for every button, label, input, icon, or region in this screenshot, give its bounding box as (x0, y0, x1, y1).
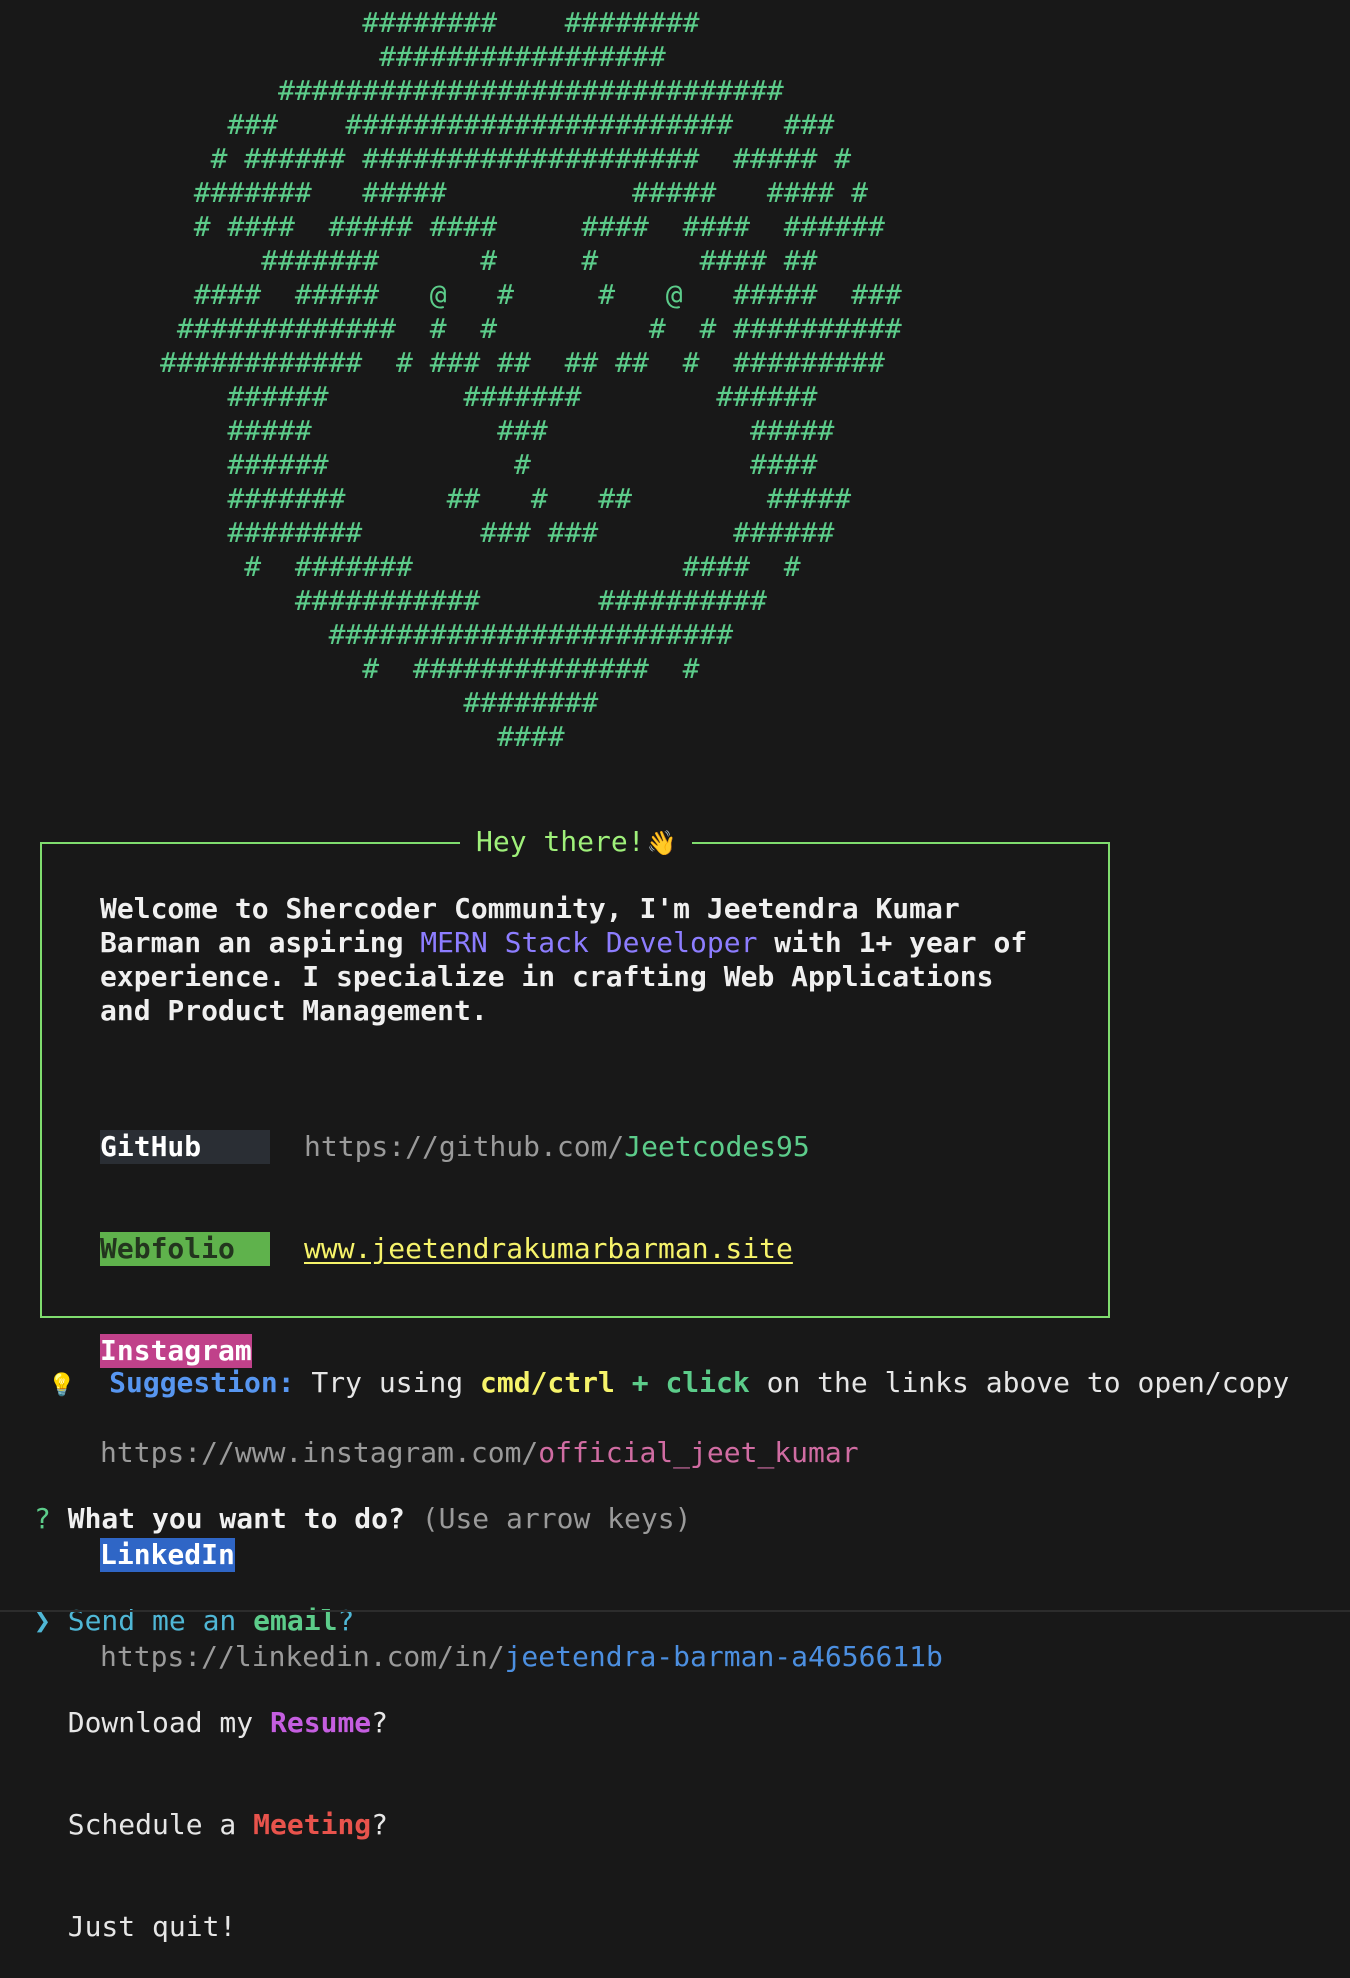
option-schedule-meeting[interactable]: Schedule a Meeting? (34, 1808, 691, 1842)
terminal-bottom-divider (0, 1610, 1350, 1612)
welcome-role-highlight: MERN Stack Developer (420, 926, 758, 959)
webfolio-link[interactable]: www.jeetendrakumarbarman.site (304, 1232, 793, 1265)
lightbulb-icon: 💡 (48, 1373, 76, 1398)
instagram-row: Instagram (100, 1334, 943, 1368)
option-send-email-highlight: email (253, 1604, 338, 1637)
github-link-handle: Jeetcodes95 (624, 1130, 810, 1163)
welcome-paragraph: Welcome to Shercoder Community, I'm Jeet… (100, 892, 1040, 1028)
option-download-resume-highlight: Resume (270, 1706, 372, 1739)
prompt-question-line: ? What you want to do? (Use arrow keys) (34, 1502, 691, 1536)
option-send-email-before: Send me an (67, 1604, 254, 1637)
box-title-text: Hey there! (476, 825, 645, 858)
suggestion-cmd-key: cmd/ctrl (480, 1366, 615, 1399)
suggestion-click: click (665, 1366, 750, 1399)
suggestion-plus: + (614, 1366, 666, 1399)
github-label: GitHub (100, 1130, 270, 1164)
webfolio-label: Webfolio (100, 1232, 270, 1266)
option-schedule-meeting-highlight: Meeting (253, 1808, 372, 1841)
option-just-quit[interactable]: Just quit! (34, 1910, 691, 1944)
option-download-resume[interactable]: Download my Resume? (34, 1706, 691, 1740)
option-schedule-meeting-before: Schedule a (67, 1808, 254, 1841)
suggestion-line: 💡 Suggestion: Try using cmd/ctrl + click… (48, 1366, 1289, 1403)
suggestion-text-1: Try using (294, 1366, 480, 1399)
option-send-email-after: ? (337, 1604, 355, 1637)
suggestion-label: Suggestion: (109, 1366, 295, 1399)
option-download-resume-before: Download my (67, 1706, 271, 1739)
option-schedule-meeting-after: ? (371, 1808, 389, 1841)
prompt-hint: (Use arrow keys) (421, 1502, 692, 1535)
question-mark-icon: ? (34, 1502, 51, 1535)
webfolio-row: Webfolio www.jeetendrakumarbarman.site (100, 1232, 943, 1266)
prompt-question: What you want to do? (67, 1502, 405, 1535)
box-title: Hey there!👋 (460, 824, 693, 861)
github-link-prefix: https://github.com/ (304, 1130, 625, 1163)
github-row: GitHub https://github.com/Jeetcodes95 (100, 1130, 943, 1164)
pointer-icon: ❯ (34, 1604, 51, 1637)
option-download-resume-after: ? (371, 1706, 389, 1739)
action-prompt: ? What you want to do? (Use arrow keys) … (34, 1434, 691, 1978)
suggestion-text-2: on the links above to open/copy (749, 1366, 1290, 1399)
ascii-art-logo: ######## ######## ################# ####… (160, 6, 902, 753)
github-link[interactable]: https://github.com/Jeetcodes95 (304, 1130, 810, 1163)
waving-hand-icon: 👋 (646, 829, 677, 857)
option-just-quit-text: Just quit! (67, 1910, 237, 1943)
intro-box: Hey there!👋 Welcome to Shercoder Communi… (40, 824, 1110, 1673)
instagram-label: Instagram (100, 1334, 252, 1368)
